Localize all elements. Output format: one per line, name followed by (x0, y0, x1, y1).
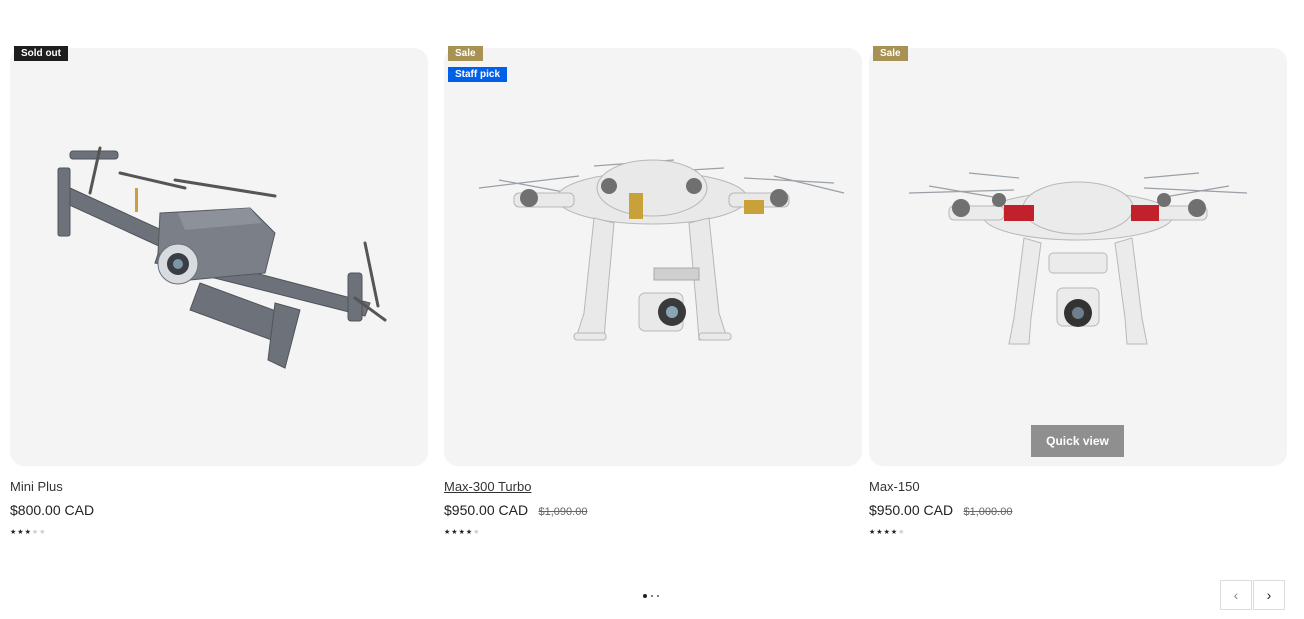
pagination-dot[interactable] (651, 595, 653, 597)
carousel-next-button[interactable]: › (1253, 580, 1285, 610)
pagination-dot[interactable] (657, 595, 659, 597)
star-rating: ★★★★★ (869, 528, 905, 536)
chevron-right-icon: › (1266, 587, 1272, 603)
product-title[interactable]: Max-300 Turbo (444, 479, 531, 494)
quick-view-button[interactable]: Quick view (1031, 425, 1124, 457)
staff-pick-badge: Staff pick (448, 67, 508, 82)
product-card-max-300-turbo[interactable]: Sale Staff pick Max-300 Turbo $950.00 CA… (444, 0, 862, 550)
price-row: $800.00 CAD (10, 502, 94, 520)
product-image-container[interactable] (10, 48, 428, 466)
product-card-max-150[interactable]: Quick view Sale Max-150 $950.00 CAD $1,0… (869, 0, 1287, 550)
product-image (478, 159, 845, 341)
star-icon: ★ (39, 529, 47, 536)
star-icon: ★ (473, 529, 481, 536)
star-icon: ★ (898, 529, 906, 536)
star-rating: ★★★★★ (444, 528, 480, 536)
pagination-dot-active[interactable] (643, 594, 647, 598)
product-title[interactable]: Mini Plus (10, 479, 63, 494)
star-rating: ★★★★★ (10, 528, 46, 536)
star-icon: ★ (883, 529, 891, 536)
star-icon: ★ (451, 529, 459, 536)
product-price: $800.00 CAD (10, 502, 95, 518)
compare-at-price: $1,090.00 (538, 506, 588, 518)
product-price: $950.00 CAD (869, 502, 954, 518)
product-title[interactable]: Max-150 (869, 479, 920, 494)
star-half-icon: ★ (24, 529, 32, 536)
sold-out-badge: Sold out (14, 46, 68, 61)
product-card-mini-plus[interactable]: Sold out Mini Plus $800.00 CAD ★★★★★ (10, 0, 428, 550)
product-image-container[interactable] (444, 48, 862, 466)
product-image (908, 172, 1248, 345)
sale-badge: Sale (873, 46, 908, 61)
star-icon: ★ (17, 529, 25, 536)
price-row: $950.00 CAD $1,090.00 (444, 502, 587, 520)
sale-badge: Sale (448, 46, 483, 61)
compare-at-price: $1,000.00 (963, 506, 1013, 518)
chevron-left-icon: ‹ (1233, 587, 1239, 603)
product-image-container[interactable]: Quick view (869, 48, 1287, 466)
product-price: $950.00 CAD (444, 502, 529, 518)
price-row: $950.00 CAD $1,000.00 (869, 502, 1012, 520)
star-icon: ★ (458, 529, 466, 536)
product-image (57, 146, 387, 369)
star-icon: ★ (876, 529, 884, 536)
carousel-prev-button[interactable]: ‹ (1220, 580, 1252, 610)
